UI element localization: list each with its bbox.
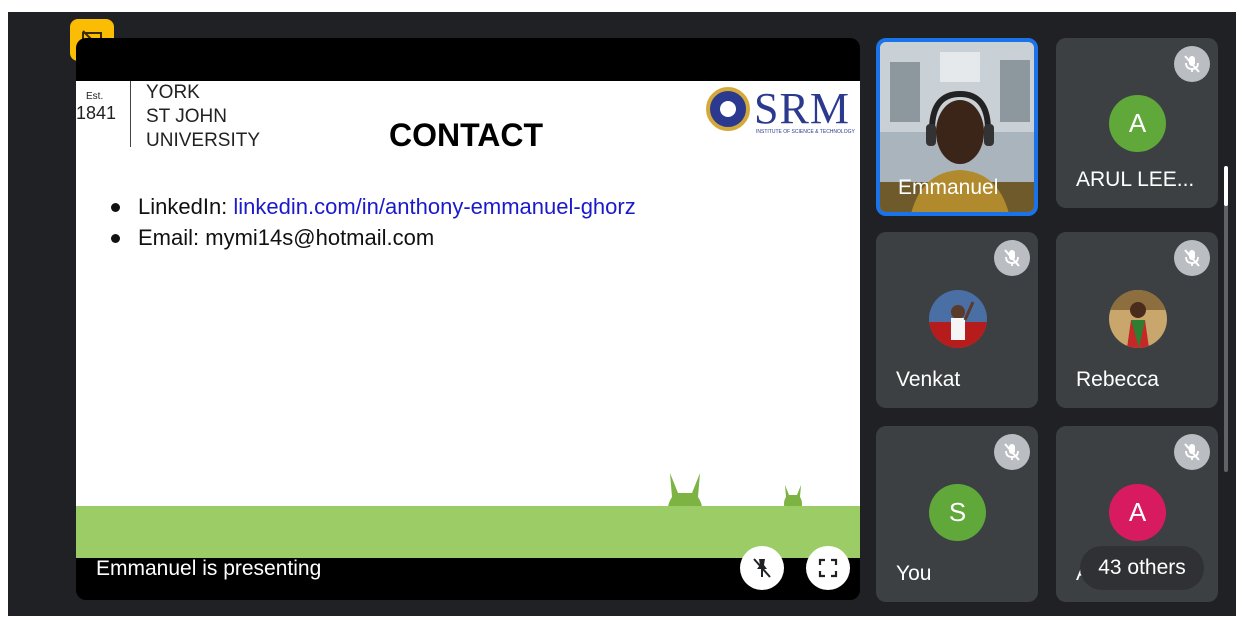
others-count-button[interactable]: 43 others <box>1080 546 1204 590</box>
srm-logo: SRM INSTITUTE OF SCIENCE & TECHNOLOGY <box>706 84 856 147</box>
meeting-window: Est. 1841 YORK ST JOHN UNIVERSITY CONTAC… <box>8 12 1236 616</box>
participant-name: You <box>896 562 932 585</box>
srm-logo-text: SRM <box>754 84 850 133</box>
logo-line: UNIVERSITY <box>146 130 261 151</box>
york-st-john-logo: YORK ST JOHN UNIVERSITY <box>146 81 260 153</box>
logo-line: ST JOHN <box>146 106 227 127</box>
logo-line: YORK <box>146 82 200 103</box>
avatar-photo <box>929 290 987 348</box>
unpin-icon <box>753 558 771 578</box>
fullscreen-icon <box>818 558 838 578</box>
participant-tile-others[interactable]: A AB 43 others <box>1056 426 1218 602</box>
presentation-area: Est. 1841 YORK ST JOHN UNIVERSITY CONTAC… <box>76 38 860 600</box>
avatar: A <box>1109 484 1166 541</box>
mic-off-icon <box>1184 443 1200 461</box>
participant-tile-venkat[interactable]: Venkat <box>876 232 1038 408</box>
avatar: S <box>929 484 986 541</box>
est-label: Est. <box>86 91 104 102</box>
mic-muted-indicator <box>994 240 1030 276</box>
mic-off-icon <box>1184 249 1200 267</box>
mic-off-icon <box>1004 249 1020 267</box>
fullscreen-button[interactable] <box>806 546 850 590</box>
email-item: Email: mymi14s@hotmail.com <box>106 222 636 253</box>
unpin-button[interactable] <box>740 546 784 590</box>
linkedin-label: LinkedIn: <box>138 194 234 219</box>
participant-tile-you[interactable]: S You <box>876 426 1038 602</box>
mic-off-icon <box>1004 443 1020 461</box>
participant-tile-arul[interactable]: A ARUL LEE... <box>1056 38 1218 208</box>
participant-tile-emmanuel[interactable]: Emmanuel <box>876 38 1038 216</box>
scrollbar-thumb[interactable] <box>1224 166 1228 206</box>
slide-title: CONTACT <box>389 117 544 153</box>
avatar: A <box>1109 95 1166 152</box>
participant-tile-rebecca[interactable]: Rebecca <box>1056 232 1218 408</box>
mic-muted-indicator <box>1174 240 1210 276</box>
est-year: 1841 <box>76 103 117 123</box>
mic-muted-indicator <box>1174 434 1210 470</box>
srm-emblem-icon <box>706 87 750 131</box>
participant-name: Rebecca <box>1076 368 1159 391</box>
presenting-status: Emmanuel is presenting <box>96 557 322 580</box>
participant-name: Emmanuel <box>898 176 999 199</box>
logo-divider <box>130 81 131 147</box>
srm-logo-subtitle: INSTITUTE OF SCIENCE & TECHNOLOGY <box>756 129 855 135</box>
avatar-photo <box>1109 290 1167 348</box>
mic-muted-indicator <box>1174 46 1210 82</box>
linkedin-link[interactable]: linkedin.com/in/anthony-emmanuel-ghorz <box>233 194 635 219</box>
participant-name: Venkat <box>896 368 961 391</box>
mic-muted-indicator <box>994 434 1030 470</box>
shared-slide: Est. 1841 YORK ST JOHN UNIVERSITY CONTAC… <box>76 81 860 558</box>
email-label: Email: <box>138 225 206 250</box>
scrollbar-track[interactable] <box>1224 192 1228 472</box>
mic-off-icon <box>1184 55 1200 73</box>
linkedin-item: LinkedIn: linkedin.com/in/anthony-emmanu… <box>106 191 636 222</box>
email-value: mymi14s@hotmail.com <box>205 225 435 250</box>
participant-name: ARUL LEE... <box>1076 168 1195 191</box>
contact-list: LinkedIn: linkedin.com/in/anthony-emmanu… <box>106 191 636 253</box>
grass-strip <box>76 506 860 558</box>
